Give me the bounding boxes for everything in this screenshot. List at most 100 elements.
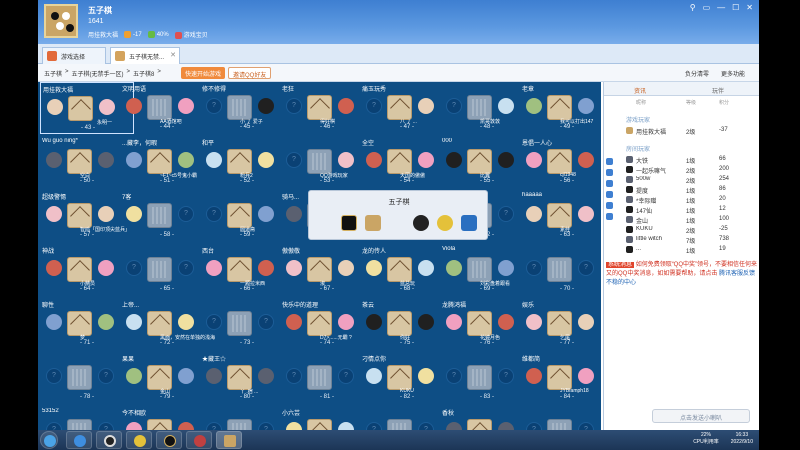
player-avatar[interactable]: [258, 206, 274, 222]
player-avatar[interactable]: [366, 260, 382, 276]
breadcrumb-room[interactable]: 五子棋8: [133, 69, 154, 78]
player-avatar[interactable]: [99, 99, 115, 115]
game-table[interactable]: 维都简 - 84 - JYBIamph18: [520, 352, 601, 404]
empty-seat[interactable]: [46, 422, 62, 430]
player-avatar[interactable]: [178, 422, 194, 430]
player-avatar[interactable]: [286, 206, 302, 222]
game-board[interactable]: [147, 203, 172, 228]
player-avatar[interactable]: [578, 98, 594, 114]
player-row[interactable]: little witch 7级 738: [604, 235, 759, 245]
player-avatar[interactable]: [338, 152, 354, 168]
game-board[interactable]: [387, 365, 412, 390]
player-avatar[interactable]: [498, 152, 514, 168]
tab-gomoku-room[interactable]: 五子棋无禁... ✕: [110, 47, 180, 64]
gomoku-icon[interactable]: [365, 215, 381, 231]
empty-seat[interactable]: [98, 368, 114, 384]
player-avatar[interactable]: [338, 98, 354, 114]
more-functions-button[interactable]: 更多功能: [721, 69, 745, 78]
game-board[interactable]: [68, 96, 93, 121]
game-table[interactable]: 娱乐 - 77 - 乞尾: [520, 298, 601, 350]
empty-seat[interactable]: [258, 422, 274, 430]
taskbar-app-1[interactable]: [66, 431, 92, 449]
empty-seat[interactable]: [498, 368, 514, 384]
game-table[interactable]: 恩倡一人心 - 56 - cjl1948: [520, 136, 601, 188]
empty-seat[interactable]: [206, 314, 222, 330]
player-row-self[interactable]: 用挂救大福 2级 -37: [604, 126, 759, 136]
player-avatar[interactable]: [126, 206, 142, 222]
game-board[interactable]: [147, 257, 172, 282]
tab-partners[interactable]: 玩伴: [712, 86, 724, 95]
game-board[interactable]: [147, 311, 172, 336]
game-board[interactable]: [67, 365, 92, 390]
game-board[interactable]: [467, 419, 492, 430]
player-avatar[interactable]: [46, 260, 62, 276]
player-avatar[interactable]: [338, 314, 354, 330]
game-board[interactable]: [147, 95, 172, 120]
player-avatar[interactable]: [178, 98, 194, 114]
sword-game-icon[interactable]: [341, 215, 357, 231]
player-avatar[interactable]: [578, 206, 594, 222]
game-board[interactable]: [307, 365, 332, 390]
player-avatar[interactable]: [46, 152, 62, 168]
player-avatar[interactable]: [98, 314, 114, 330]
empty-seat[interactable]: [206, 422, 222, 430]
tab-news[interactable]: 资讯: [634, 86, 646, 95]
taskbar-app-2[interactable]: [96, 431, 122, 449]
player-avatar[interactable]: [418, 260, 434, 276]
player-avatar[interactable]: [446, 422, 462, 430]
game-board[interactable]: [467, 365, 492, 390]
player-avatar[interactable]: [178, 152, 194, 168]
player-avatar[interactable]: [126, 152, 142, 168]
empty-seat[interactable]: [98, 422, 114, 430]
player-avatar[interactable]: [98, 206, 114, 222]
empty-seat[interactable]: [258, 314, 274, 330]
player-avatar[interactable]: [178, 368, 194, 384]
search-icon[interactable]: ⚲: [690, 3, 696, 12]
player-avatar[interactable]: [338, 260, 354, 276]
player-avatar[interactable]: [578, 314, 594, 330]
player-avatar[interactable]: [258, 98, 274, 114]
game-board[interactable]: [307, 311, 332, 336]
player-avatar[interactable]: [526, 98, 542, 114]
game-board[interactable]: [307, 257, 332, 282]
empty-seat[interactable]: [526, 422, 542, 430]
player-avatar[interactable]: [258, 260, 274, 276]
game-board[interactable]: [387, 419, 412, 430]
player-avatar[interactable]: [286, 260, 302, 276]
player-avatar[interactable]: [418, 98, 434, 114]
player-avatar[interactable]: [446, 260, 462, 276]
game-board[interactable]: [67, 203, 92, 228]
empty-seat[interactable]: [206, 206, 222, 222]
player-row[interactable]: 147仙 1级 12: [604, 205, 759, 215]
user-avatar[interactable]: [44, 4, 78, 38]
empty-seat[interactable]: [178, 206, 194, 222]
cpu-usage[interactable]: 22% CPU利用率: [693, 432, 719, 446]
player-avatar[interactable]: [418, 368, 434, 384]
empty-seat[interactable]: [366, 98, 382, 114]
player-avatar[interactable]: [46, 206, 62, 222]
obs-icon[interactable]: [413, 215, 429, 231]
game-board[interactable]: [547, 311, 572, 336]
player-avatar[interactable]: [258, 368, 274, 384]
game-board[interactable]: [227, 203, 252, 228]
game-table[interactable]: 老章 - 49 - 我可以打出147: [520, 82, 601, 134]
player-avatar[interactable]: [366, 368, 382, 384]
player-avatar[interactable]: [418, 314, 434, 330]
close-icon[interactable]: ✕: [170, 51, 176, 59]
empty-seat[interactable]: [498, 206, 514, 222]
player-avatar[interactable]: [178, 314, 194, 330]
empty-seat[interactable]: [578, 260, 594, 276]
game-board[interactable]: [227, 149, 252, 174]
empty-seat[interactable]: [446, 368, 462, 384]
game-table[interactable]: haaaaa - 63 - 素桂: [520, 190, 601, 242]
player-avatar[interactable]: [526, 314, 542, 330]
player-avatar[interactable]: [418, 152, 434, 168]
player-avatar[interactable]: [498, 260, 514, 276]
breadcrumb-gomoku[interactable]: 五子棋: [44, 69, 62, 78]
player-avatar[interactable]: [578, 152, 594, 168]
start-button[interactable]: [40, 431, 58, 449]
empty-seat[interactable]: [366, 422, 382, 430]
empty-seat[interactable]: [578, 422, 594, 430]
player-avatar[interactable]: [126, 314, 142, 330]
player-row[interactable]: ... 1级 19: [604, 245, 759, 255]
